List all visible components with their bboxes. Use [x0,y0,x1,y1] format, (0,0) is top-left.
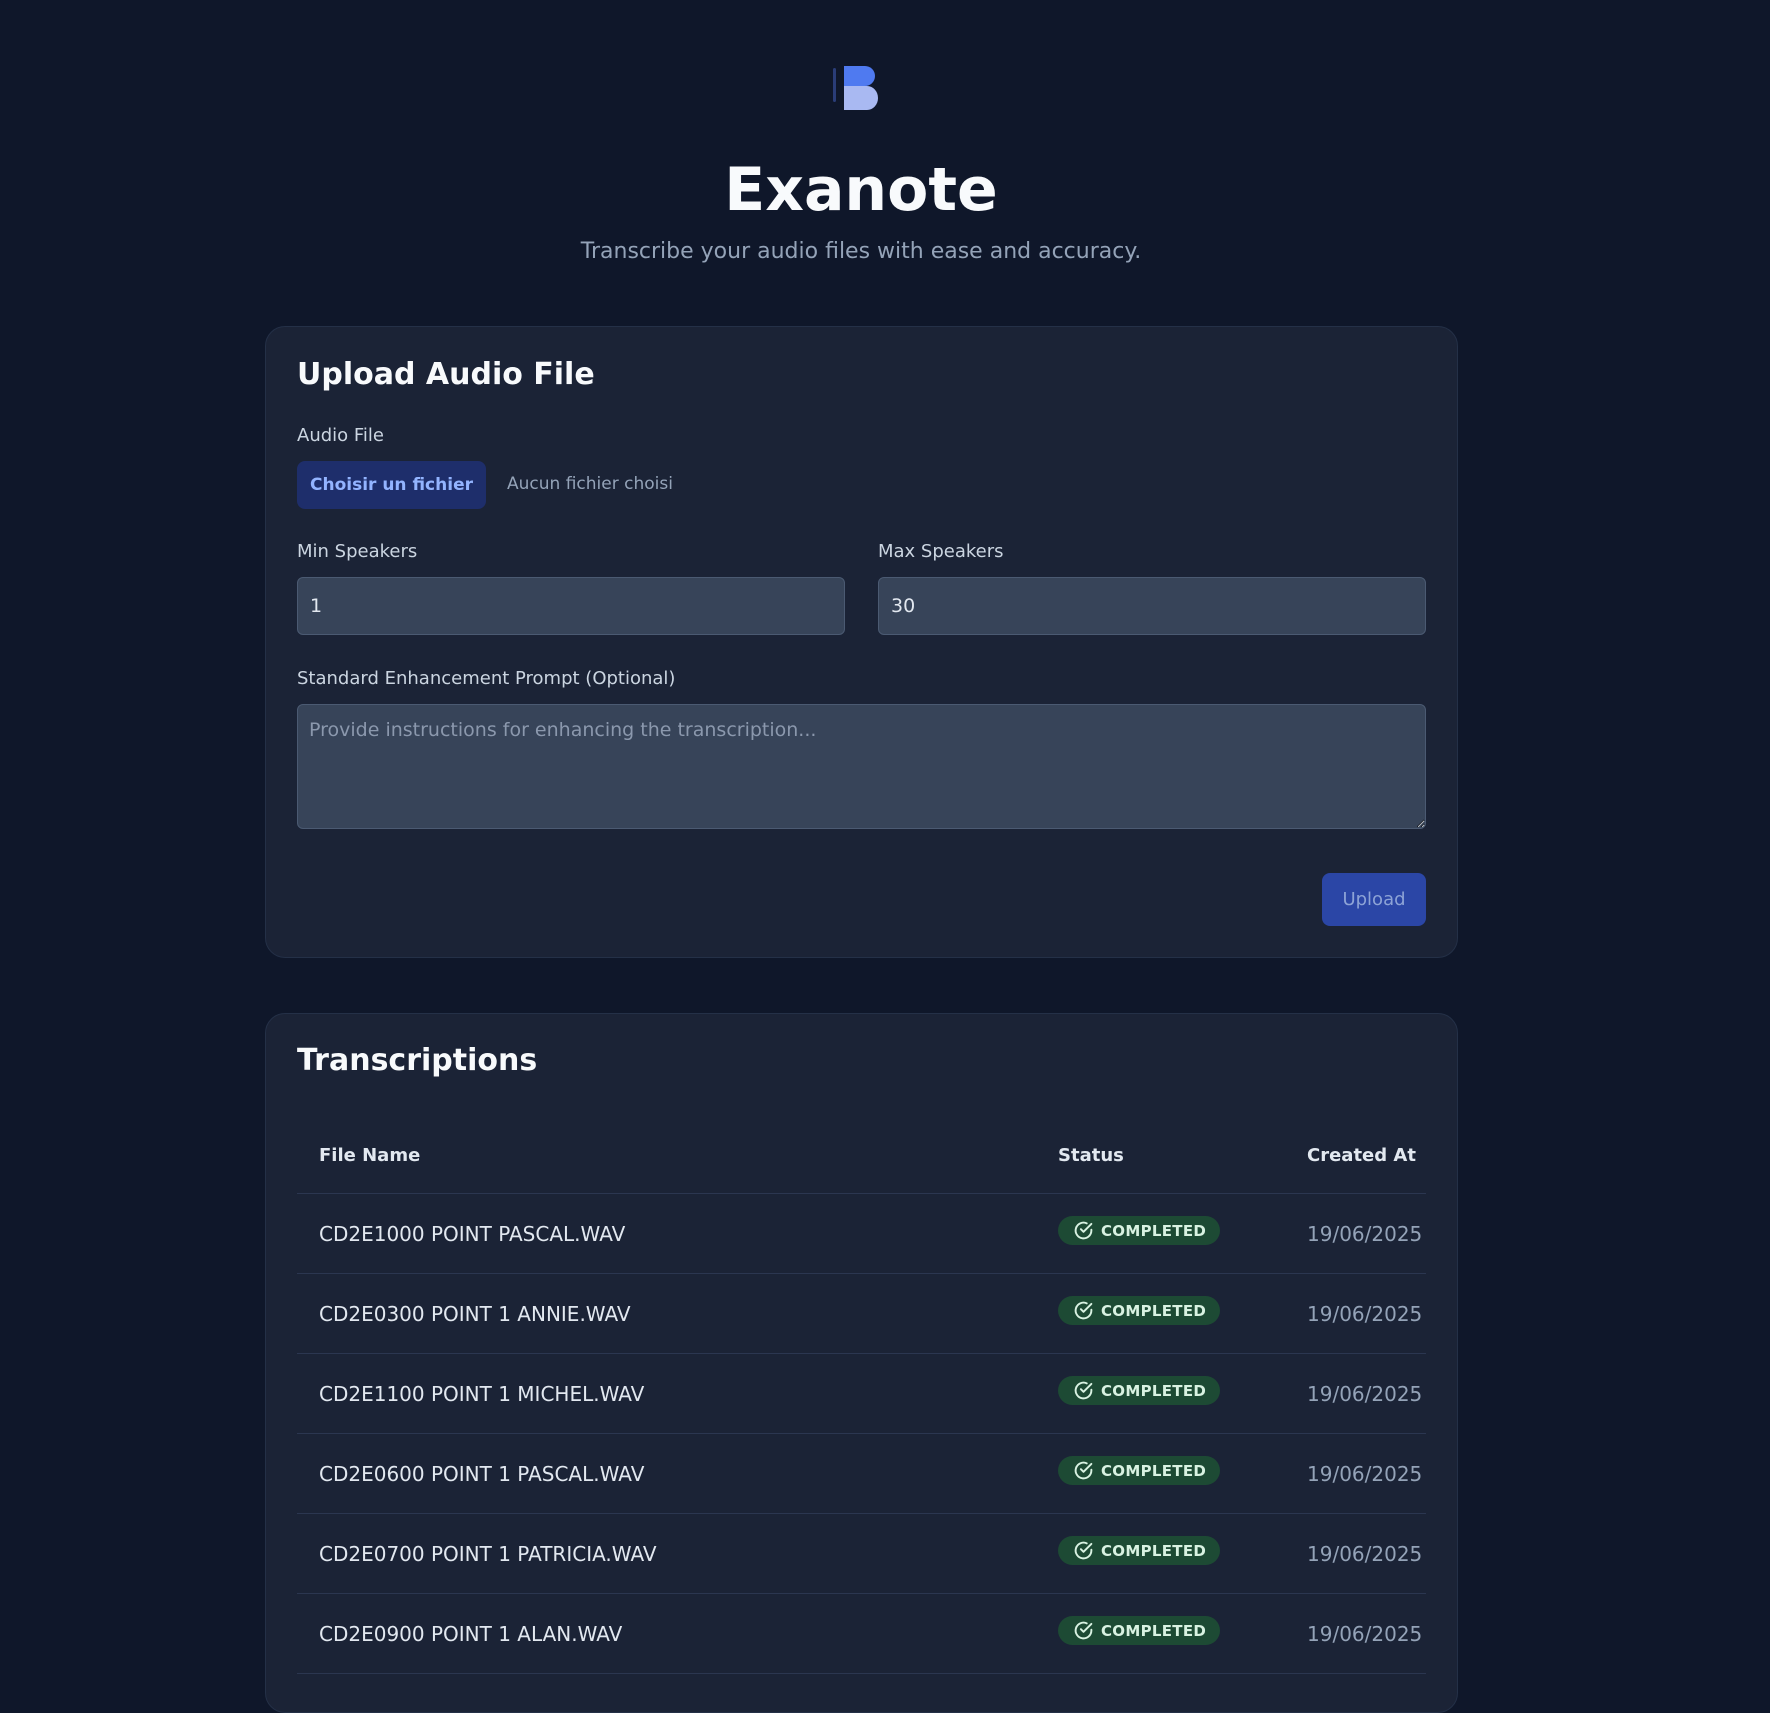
status-text: COMPLETED [1101,1541,1207,1560]
audio-file-label: Audio File [297,425,385,446]
table-row[interactable]: CD2E0600 POINT 1 PASCAL.WAV COMPLETED 19… [297,1434,1426,1514]
min-speakers-input[interactable] [297,577,845,635]
created-at-cell: 19/06/2025 [1307,1382,1423,1406]
transcriptions-card-title: Transcriptions [297,1043,538,1078]
column-header-file-name: File Name [319,1145,421,1166]
file-name-cell: CD2E0700 POINT 1 PATRICIA.WAV [319,1542,657,1566]
column-header-status: Status [1058,1145,1124,1166]
created-at-cell: 19/06/2025 [1307,1302,1423,1326]
status-badge: COMPLETED [1058,1456,1221,1485]
enhancement-prompt-label: Standard Enhancement Prompt (Optional) [297,668,676,689]
app-title: Exanote [724,155,998,225]
status-text: COMPLETED [1101,1301,1207,1320]
table-row[interactable]: CD2E0300 POINT 1 ANNIE.WAV COMPLETED 19/… [297,1274,1426,1354]
app-subtitle: Transcribe your audio files with ease an… [580,239,1142,264]
status-badge: COMPLETED [1058,1616,1221,1645]
file-name-cell: CD2E0900 POINT 1 ALAN.WAV [319,1622,623,1646]
check-circle-icon [1074,1301,1093,1320]
file-name-cell: CD2E1000 POINT PASCAL.WAV [319,1222,626,1246]
created-at-cell: 19/06/2025 [1307,1622,1423,1646]
created-at-cell: 19/06/2025 [1307,1462,1423,1486]
check-circle-icon [1074,1221,1093,1240]
status-badge: COMPLETED [1058,1216,1221,1245]
max-speakers-input[interactable] [878,577,1426,635]
status-badge: COMPLETED [1058,1376,1221,1405]
check-circle-icon [1074,1381,1093,1400]
status-text: COMPLETED [1101,1621,1207,1640]
status-badge: COMPLETED [1058,1536,1221,1565]
no-file-chosen-text: Aucun fichier choisi [507,474,673,494]
upload-card-title: Upload Audio File [297,357,595,392]
table-body: CD2E1000 POINT PASCAL.WAV COMPLETED 19/0… [297,1194,1426,1674]
table-row[interactable]: CD2E0700 POINT 1 PATRICIA.WAV COMPLETED … [297,1514,1426,1594]
app-logo-icon [833,66,878,110]
file-name-cell: CD2E0300 POINT 1 ANNIE.WAV [319,1302,631,1326]
transcriptions-card: Transcriptions File Name Status Created … [265,1013,1458,1713]
max-speakers-label: Max Speakers [878,541,1004,562]
table-row[interactable]: CD2E1000 POINT PASCAL.WAV COMPLETED 19/0… [297,1194,1426,1274]
transcriptions-table: File Name Status Created At CD2E1000 POI… [297,1114,1426,1674]
table-row[interactable]: CD2E1100 POINT 1 MICHEL.WAV COMPLETED 19… [297,1354,1426,1434]
check-circle-icon [1074,1541,1093,1560]
table-header: File Name Status Created At [297,1114,1426,1194]
enhancement-prompt-textarea[interactable] [297,704,1426,829]
created-at-cell: 19/06/2025 [1307,1222,1423,1246]
status-text: COMPLETED [1101,1221,1207,1240]
column-header-created-at: Created At [1307,1145,1416,1166]
upload-button[interactable]: Upload [1322,873,1426,926]
created-at-cell: 19/06/2025 [1307,1542,1423,1566]
status-text: COMPLETED [1101,1461,1207,1480]
check-circle-icon [1074,1621,1093,1640]
file-name-cell: CD2E1100 POINT 1 MICHEL.WAV [319,1382,645,1406]
check-circle-icon [1074,1461,1093,1480]
table-row[interactable]: CD2E0900 POINT 1 ALAN.WAV COMPLETED 19/0… [297,1594,1426,1674]
min-speakers-label: Min Speakers [297,541,418,562]
choose-file-button[interactable]: Choisir un fichier [297,461,486,509]
status-text: COMPLETED [1101,1381,1207,1400]
file-name-cell: CD2E0600 POINT 1 PASCAL.WAV [319,1462,645,1486]
status-badge: COMPLETED [1058,1296,1221,1325]
upload-card: Upload Audio File Audio File Choisir un … [265,326,1458,958]
